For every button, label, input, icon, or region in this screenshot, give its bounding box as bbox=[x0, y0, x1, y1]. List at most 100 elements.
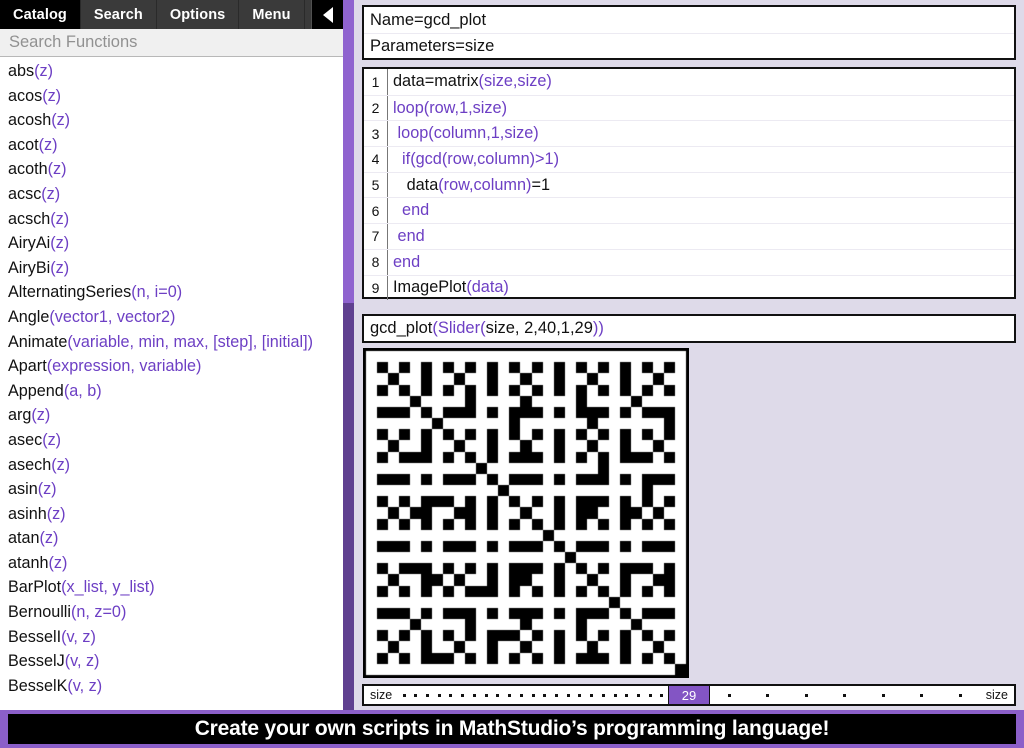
code-line[interactable]: 2 loop(row,1,size) bbox=[364, 94, 1014, 121]
function-args: (z) bbox=[42, 86, 62, 105]
list-item[interactable]: arg(z) bbox=[0, 403, 343, 428]
list-item[interactable]: Angle(vector1, vector2) bbox=[0, 305, 343, 330]
code-line[interactable]: 9 ImagePlot(data) bbox=[364, 274, 1014, 301]
search-input[interactable]: Search Functions bbox=[0, 29, 343, 57]
list-item[interactable]: Animate(variable, min, max, [step], [ini… bbox=[0, 330, 343, 355]
function-name: asin bbox=[8, 480, 38, 499]
code-text: loop(row,1,size) bbox=[393, 98, 508, 117]
list-item[interactable]: AlternatingSeries(n, i=0) bbox=[0, 280, 343, 305]
tab-catalog[interactable]: Catalog bbox=[0, 0, 81, 29]
function-args: (x_list, y_list) bbox=[61, 578, 155, 597]
function-args: (a, b) bbox=[63, 381, 102, 400]
function-name: abs bbox=[8, 62, 35, 80]
tab-menu[interactable]: Menu bbox=[239, 0, 305, 29]
list-item[interactable]: BesselK(v, z) bbox=[0, 674, 343, 699]
function-args: (z) bbox=[50, 234, 70, 253]
slider-tick bbox=[414, 693, 418, 697]
list-item[interactable]: Apart(expression, variable) bbox=[0, 354, 343, 379]
script-parameters-row[interactable]: Parameters=size bbox=[364, 33, 1014, 59]
function-name: arg bbox=[8, 406, 32, 425]
list-item[interactable]: acos(z) bbox=[0, 84, 343, 109]
function-args: (z) bbox=[51, 111, 71, 130]
list-item[interactable]: BarPlot(x_list, y_list) bbox=[0, 575, 343, 600]
slider-tick bbox=[648, 693, 652, 697]
workspace-panel: Name=gcd_plot Parameters=size 1 data=matr… bbox=[354, 0, 1024, 710]
code-text: data(row,column)=1 bbox=[393, 175, 551, 194]
function-name: AiryBi bbox=[8, 258, 51, 277]
promo-banner: Create your own scripts in MathStudio’s … bbox=[0, 710, 1024, 748]
code-text: ImagePlot(data) bbox=[393, 278, 509, 297]
slider-label-left: size bbox=[370, 688, 393, 702]
list-item[interactable]: asinh(z) bbox=[0, 502, 343, 527]
list-item[interactable]: atan(z) bbox=[0, 526, 343, 551]
function-list[interactable]: abs(z) acos(z) acosh(z) acot(z) acoth(z) acsc… bbox=[0, 57, 343, 710]
code-line[interactable]: 5 data(row,column)=1 bbox=[364, 171, 1014, 198]
list-item[interactable]: acosh(z) bbox=[0, 108, 343, 133]
function-args: (z) bbox=[46, 504, 66, 523]
tab-search[interactable]: Search bbox=[81, 0, 157, 29]
function-name: asinh bbox=[8, 504, 47, 523]
slider-tick bbox=[601, 693, 605, 697]
list-item[interactable]: AiryAi(z) bbox=[0, 231, 343, 256]
function-args: (expression, variable) bbox=[46, 357, 202, 376]
list-item[interactable]: asech(z) bbox=[0, 453, 343, 478]
list-item[interactable]: abs(z) bbox=[0, 59, 343, 84]
list-item[interactable]: asec(z) bbox=[0, 428, 343, 453]
panel-divider-lower[interactable] bbox=[343, 303, 354, 710]
slider-track-right[interactable]: size bbox=[710, 686, 1014, 704]
slider-tick bbox=[461, 693, 465, 697]
function-name: acot bbox=[8, 135, 39, 154]
promo-banner-inner: Create your own scripts in MathStudio’s … bbox=[8, 714, 1016, 744]
tab-bar: Catalog Search Options Menu bbox=[0, 0, 343, 29]
collapse-panel-button[interactable] bbox=[311, 0, 343, 29]
code-line[interactable]: 3 loop(column,1,size) bbox=[364, 120, 1014, 147]
script-header-card[interactable]: Name=gcd_plot Parameters=size bbox=[362, 5, 1016, 60]
slider-track-left[interactable]: size bbox=[364, 686, 668, 704]
code-line[interactable]: 1 data=matrix(size,size) bbox=[364, 69, 1014, 95]
function-name: acsc bbox=[8, 184, 42, 203]
list-item[interactable]: BesselJ(v, z) bbox=[0, 649, 343, 674]
slider-tick bbox=[578, 693, 582, 697]
code-text: end bbox=[393, 252, 421, 271]
list-item[interactable]: Append(a, b) bbox=[0, 379, 343, 404]
list-item[interactable]: BesselI(v, z) bbox=[0, 625, 343, 650]
list-item[interactable]: Bernoulli(n, z=0) bbox=[0, 600, 343, 625]
tab-options[interactable]: Options bbox=[157, 0, 240, 29]
list-item[interactable]: AiryBi(z) bbox=[0, 256, 343, 281]
code-text: data=matrix(size,size) bbox=[393, 72, 552, 91]
function-name: asec bbox=[8, 430, 43, 449]
slider-tick bbox=[402, 693, 406, 697]
list-item[interactable]: acsc(z) bbox=[0, 182, 343, 207]
code-line[interactable]: 8 end bbox=[364, 248, 1014, 275]
slider-tick bbox=[636, 693, 640, 697]
code-line[interactable]: 7 end bbox=[364, 223, 1014, 249]
slider-thumb[interactable]: 29 bbox=[668, 686, 710, 704]
list-item[interactable]: atanh(z) bbox=[0, 551, 343, 576]
list-item[interactable]: acoth(z) bbox=[0, 157, 343, 182]
script-name-row[interactable]: Name=gcd_plot bbox=[364, 7, 1014, 33]
slider-tick bbox=[554, 693, 558, 697]
code-line[interactable]: 6 end bbox=[364, 197, 1014, 224]
function-args: (z) bbox=[34, 62, 53, 80]
function-name: acosh bbox=[8, 111, 52, 130]
slider-tick bbox=[590, 693, 594, 697]
function-args: (z) bbox=[38, 135, 58, 154]
search-placeholder: Search Functions bbox=[9, 33, 138, 51]
code-line[interactable]: 4 if(gcd(row,column)>1) bbox=[364, 146, 1014, 172]
list-item[interactable]: acot(z) bbox=[0, 133, 343, 158]
code-editor[interactable]: 1 data=matrix(size,size) 2 loop(row,1,size)… bbox=[362, 67, 1016, 301]
panel-divider-upper[interactable] bbox=[343, 0, 354, 303]
function-args: (z) bbox=[37, 480, 57, 499]
list-item[interactable]: asin(z) bbox=[0, 477, 343, 502]
size-slider[interactable]: size 29 size bbox=[362, 684, 1016, 706]
mathstudio-window: Catalog Search Options Menu Search Funct… bbox=[0, 0, 1024, 748]
function-args: (v, z) bbox=[61, 627, 96, 646]
expression-input[interactable]: gcd_plot (Slider(size, 2,40,1,29)) bbox=[362, 314, 1016, 343]
function-args: (z) bbox=[50, 209, 70, 228]
function-name: BesselJ bbox=[8, 652, 65, 671]
list-item[interactable]: acsch(z) bbox=[0, 207, 343, 232]
line-number: 1 bbox=[364, 69, 388, 95]
function-name: BarPlot bbox=[8, 578, 62, 597]
slider-label-right: size bbox=[985, 688, 1008, 702]
function-args: (z) bbox=[31, 406, 51, 425]
